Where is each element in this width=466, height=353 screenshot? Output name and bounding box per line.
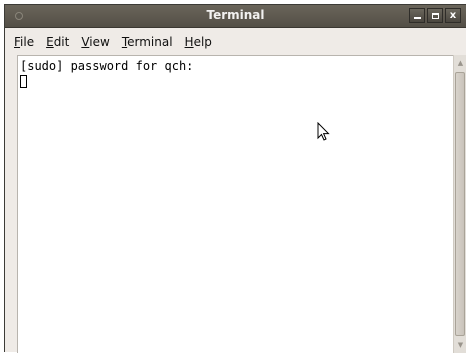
text-cursor [20,75,27,88]
menu-view[interactable]: View [75,35,115,49]
scroll-down-arrow-icon[interactable]: ▼ [456,341,465,349]
close-icon: x [449,10,457,21]
window-controls: x [409,8,461,23]
menu-help[interactable]: Help [179,35,218,49]
title-bar[interactable]: Terminal x [5,5,466,28]
menu-file[interactable]: File [5,35,40,49]
mouse-pointer-icon [317,122,330,141]
scrollbar-thumb[interactable] [455,72,465,336]
minimize-icon [413,17,421,19]
terminal-output[interactable]: [sudo] password for qch: [17,55,453,353]
maximize-button[interactable] [427,8,443,23]
sudo-prompt-line: [sudo] password for qch: [20,59,194,73]
menu-edit[interactable]: Edit [40,35,75,49]
vertical-scrollbar[interactable]: ▲ ▼ [453,55,466,353]
terminal-window: Terminal x File Edit View Terminal Help … [4,4,466,353]
menu-bar: File Edit View Terminal Help [5,28,466,55]
window-title: Terminal [206,8,265,22]
scroll-up-arrow-icon[interactable]: ▲ [456,59,465,67]
close-button[interactable]: x [445,8,461,23]
maximize-icon [431,12,439,19]
menu-terminal[interactable]: Terminal [116,35,179,49]
minimize-button[interactable] [409,8,425,23]
